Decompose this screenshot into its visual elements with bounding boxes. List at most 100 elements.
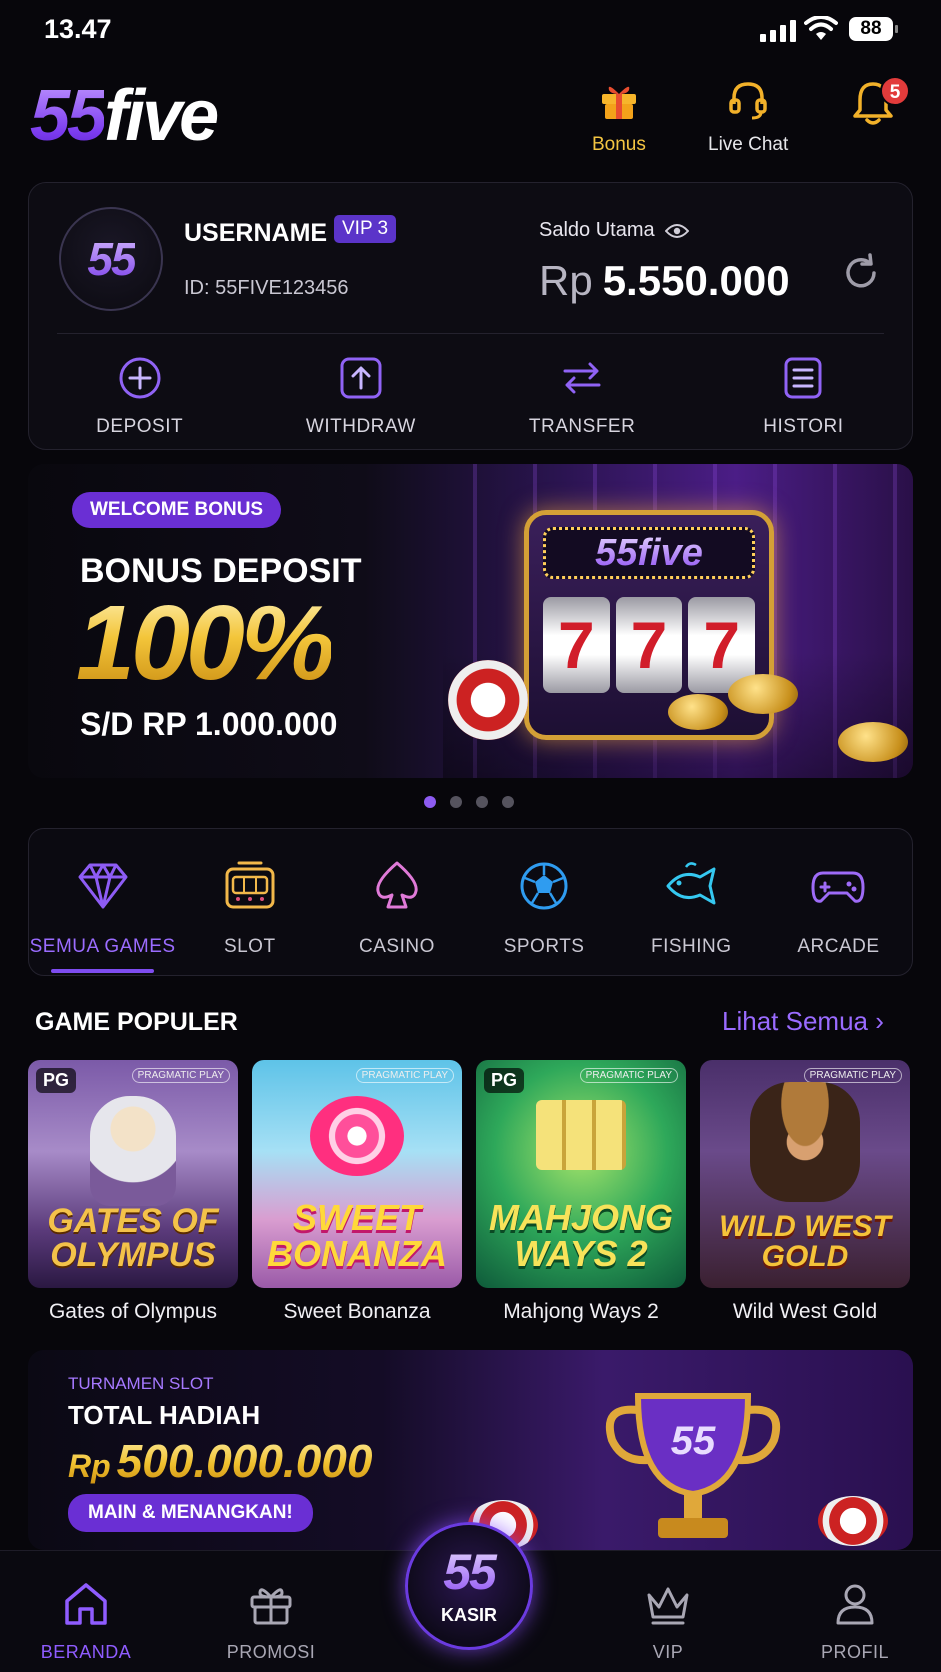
wallet-actions: DEPOSIT WITHDRAW TRANSFER HISTORI [29, 335, 914, 445]
slot-marquee: 55five [543, 527, 755, 579]
game-art-title: SWEET BONANZA [267, 1197, 447, 1274]
carousel-dot[interactable] [502, 796, 514, 808]
card-divider [57, 333, 884, 334]
gold-coin [728, 674, 798, 714]
headset-icon [729, 82, 767, 120]
game-name: Gates of Olympus [48, 1300, 218, 1323]
balance-label: Saldo Utama [539, 219, 689, 242]
game-card[interactable]: PRAGMATIC PLAY SWEET BONANZA Sweet Bonan… [252, 1060, 462, 1324]
deposit-label: DEPOSIT [96, 416, 184, 437]
game-thumbnail: PG PRAGMATIC PLAY MAHJONG WAYS 2 [476, 1060, 686, 1288]
slot-machine-icon [225, 861, 275, 909]
vip-badge: VIP 3 [334, 215, 397, 243]
game-category-tabs: SEMUA GAMES SLOT CASINO SPORTS FISHING A… [28, 828, 913, 976]
notification-button[interactable]: 5 [850, 76, 910, 134]
nav-promosi[interactable]: PROMOSI [211, 1579, 331, 1663]
kasir-label: KASIR [440, 1605, 497, 1625]
tab-sports[interactable]: SPORTS [471, 829, 618, 975]
tab-label: ARCADE [797, 936, 880, 957]
nav-label: PROFIL [820, 1642, 889, 1662]
gold-coin [668, 694, 728, 730]
refresh-icon[interactable] [841, 253, 881, 293]
plus-circle-icon [119, 357, 161, 399]
bonus-label: Bonus [592, 134, 646, 155]
zeus-figure [90, 1096, 176, 1206]
app-screen: 13.47 88 55five Bonus Live Chat 5 55 USE… [0, 0, 941, 1672]
home-icon [65, 1583, 107, 1625]
gamepad-icon [811, 871, 865, 903]
welcome-bonus-tag: WELCOME BONUS [72, 492, 282, 528]
game-thumbnail: PG PRAGMATIC PLAY GATES OF OLYMPUS [28, 1060, 238, 1288]
provider-logo: PRAGMATIC PLAY [579, 1068, 678, 1083]
trophy-logo: 55 [671, 1419, 716, 1463]
tab-casino[interactable]: CASINO [323, 829, 470, 975]
live-chat-button[interactable]: Live Chat [708, 78, 788, 156]
user-id: ID: 55FIVE123456 [184, 277, 349, 299]
provider-logo: PRAGMATIC PLAY [355, 1068, 454, 1083]
casino-chip [818, 1496, 888, 1546]
tab-fishing[interactable]: FISHING [618, 829, 765, 975]
user-icon [836, 1584, 874, 1625]
carousel-dots [424, 796, 514, 808]
play-now-button[interactable]: MAIN & MENANGKAN! [68, 1494, 313, 1532]
eye-icon[interactable] [664, 223, 689, 239]
promo-banner[interactable]: WELCOME BONUS BONUS DEPOSIT 100% S/D RP … [28, 464, 913, 778]
carousel-dot[interactable] [476, 796, 488, 808]
crown-icon [647, 1587, 689, 1625]
game-thumbnail: PRAGMATIC PLAY WILD WEST GOLD [700, 1060, 910, 1288]
game-thumbnail: PRAGMATIC PLAY SWEET BONANZA [252, 1060, 462, 1288]
fish-icon [666, 862, 716, 905]
nav-label: BERANDA [40, 1642, 132, 1662]
kasir-logo: 55 [408, 1543, 530, 1601]
candy-illustration [310, 1096, 404, 1176]
tab-arcade[interactable]: ARCADE [765, 829, 912, 975]
provider-logo: PRAGMATIC PLAY [131, 1068, 230, 1083]
game-card[interactable]: PG PRAGMATIC PLAY MAHJONG WAYS 2 Mahjong… [476, 1060, 686, 1324]
banner-max: S/D RP 1.000.000 [80, 706, 338, 742]
tab-label: SPORTS [503, 936, 585, 957]
brand-logo[interactable]: 55five [30, 76, 219, 156]
nav-beranda[interactable]: BERANDA [26, 1579, 146, 1663]
withdraw-label: WITHDRAW [305, 416, 416, 437]
bonus-button[interactable]: Bonus [592, 78, 646, 156]
tournament-prize: Rp 500.000.000 [68, 1435, 373, 1487]
username: USERNAME [184, 219, 328, 247]
banner-percent: 100% [76, 584, 335, 702]
trophy-icon: 55 [605, 1393, 781, 1538]
game-name: Wild West Gold [732, 1300, 878, 1323]
tournament-banner[interactable]: TURNAMEN SLOT TOTAL HADIAH Rp 500.000.000… [28, 1350, 913, 1550]
tab-slot[interactable]: SLOT [176, 829, 323, 975]
diamond-icon [78, 863, 128, 909]
nav-vip[interactable]: VIP [608, 1579, 728, 1663]
game-name: Mahjong Ways 2 [503, 1300, 659, 1323]
popular-section-title: GAME POPULER [35, 1008, 238, 1036]
carousel-dot[interactable] [450, 796, 462, 808]
see-all-link[interactable]: Lihat Semua › [722, 1006, 884, 1037]
nav-profil[interactable]: PROFIL [795, 1579, 915, 1663]
slot-reels: 7 7 7 [543, 597, 756, 693]
tab-label: SEMUA GAMES [29, 936, 176, 957]
soccer-ball-icon [520, 862, 568, 910]
game-art-title: GATES OF OLYMPUS [47, 1202, 219, 1274]
history-button[interactable]: HISTORI [693, 335, 914, 445]
provider-tag: PG [484, 1068, 525, 1093]
game-art-title: WILD WEST GOLD [719, 1210, 891, 1273]
game-card[interactable]: PRAGMATIC PLAY WILD WEST GOLD Wild West … [700, 1060, 910, 1324]
chevron-right-icon: › [875, 1006, 884, 1036]
history-label: HISTORI [763, 416, 844, 437]
app-header: 55five Bonus Live Chat 5 [0, 70, 941, 170]
carousel-dot[interactable] [424, 796, 436, 808]
tournament-label: TURNAMEN SLOT [68, 1374, 214, 1393]
balance-value: Rp 5.550.000 [539, 257, 790, 304]
casino-chip [448, 660, 528, 740]
transfer-button[interactable]: TRANSFER [472, 335, 693, 445]
avatar[interactable]: 55 [59, 207, 163, 311]
game-card[interactable]: PG PRAGMATIC PLAY GATES OF OLYMPUS Gates… [28, 1060, 238, 1324]
transfer-icon [563, 362, 601, 394]
deposit-button[interactable]: DEPOSIT [29, 335, 250, 445]
nav-kasir-button[interactable]: 55 KASIR [405, 1522, 533, 1650]
tab-semua-games[interactable]: SEMUA GAMES [29, 829, 176, 975]
status-bar: 13.47 88 [0, 0, 941, 56]
withdraw-button[interactable]: WITHDRAW [250, 335, 471, 445]
status-time: 13.47 [44, 14, 112, 44]
